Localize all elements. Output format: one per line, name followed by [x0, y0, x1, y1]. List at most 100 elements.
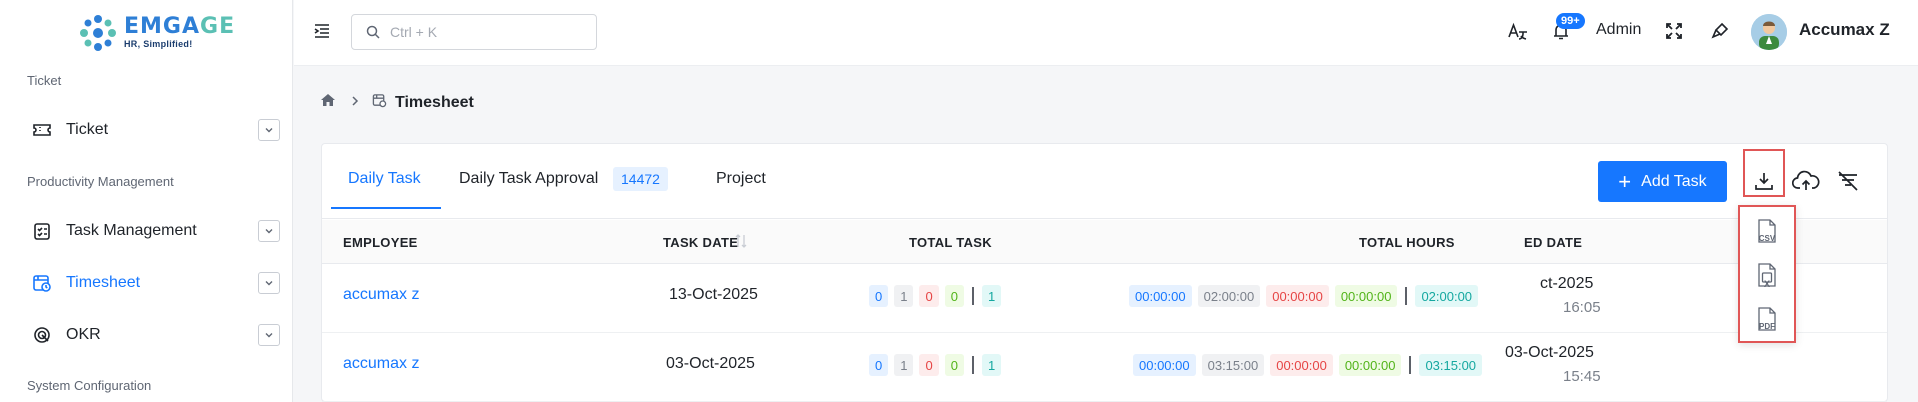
- search-icon: [366, 25, 380, 39]
- updated-time: 15:45: [1563, 368, 1601, 385]
- updated-date: 03-Oct-2025: [1505, 344, 1594, 361]
- task-count-submitted: 1: [894, 354, 914, 376]
- hours-approved: 00:00:00: [1338, 354, 1402, 376]
- sidebar-item-label: Timesheet: [66, 274, 141, 291]
- hours-pending: 00:00:00: [1129, 285, 1192, 307]
- search-placeholder: Ctrl + K: [390, 24, 438, 40]
- chevron-down-icon[interactable]: [258, 272, 280, 294]
- column-header-total-task[interactable]: TOTAL TASK: [909, 235, 992, 250]
- top-header: Ctrl + K 99+ Admin Accumax Z: [294, 0, 1918, 66]
- task-count-pills: 0 1 0 0 1: [869, 285, 1007, 307]
- employee-link[interactable]: accumax z: [343, 355, 419, 373]
- tab-bar: Daily Task Daily Task Approval 14472 Pro…: [322, 144, 1887, 219]
- sidebar-item-label: Ticket: [66, 121, 109, 138]
- column-header-task-date[interactable]: TASK DATE: [663, 235, 738, 250]
- fullscreen-icon[interactable]: [1662, 19, 1686, 43]
- hours-rejected: 00:00:00: [1266, 285, 1329, 307]
- timesheet-small-icon: [372, 93, 387, 113]
- chevron-down-icon[interactable]: [258, 220, 280, 242]
- menu-toggle-icon[interactable]: [312, 21, 332, 41]
- home-icon[interactable]: [320, 92, 336, 113]
- hours-total: 03:15:00: [1419, 354, 1483, 376]
- pill-separator: [971, 356, 974, 374]
- task-list-icon: [32, 221, 52, 241]
- section-label-system-configuration: System Configuration: [27, 378, 152, 393]
- task-count-pills: 0 1 0 0 1: [869, 354, 1007, 376]
- user-name[interactable]: Accumax Z: [1799, 20, 1890, 40]
- task-count-total: 1: [981, 354, 1002, 376]
- pill-separator: [1409, 356, 1412, 374]
- logo-mark-icon: [80, 14, 116, 51]
- chevron-down-icon[interactable]: [258, 119, 280, 141]
- task-count-pending: 0: [869, 285, 889, 307]
- page-title: Timesheet: [395, 93, 474, 111]
- sort-icon[interactable]: [735, 233, 747, 252]
- column-header-total-hours[interactable]: TOTAL HOURS: [1359, 235, 1455, 250]
- chevron-down-icon[interactable]: [258, 324, 280, 346]
- role-label[interactable]: Admin: [1596, 21, 1641, 39]
- task-count-total: 1: [981, 285, 1002, 307]
- task-count-rejected: 0: [919, 285, 939, 307]
- column-header-employee[interactable]: EMPLOYEE: [343, 235, 418, 250]
- brand-tagline: HR, Simplified!: [124, 39, 193, 49]
- breadcrumb: Timesheet: [320, 92, 474, 113]
- csv-label: CSV: [1758, 234, 1776, 243]
- task-date: 03-Oct-2025: [666, 355, 755, 372]
- add-task-button[interactable]: + Add Task: [1598, 161, 1727, 202]
- updated-time: 16:05: [1563, 299, 1601, 316]
- ticket-icon: [32, 120, 52, 140]
- add-task-label: Add Task: [1641, 172, 1707, 190]
- brand-name: EMGAGE: [124, 14, 236, 39]
- pdf-label: PDF: [1759, 322, 1775, 331]
- clear-filter-icon[interactable]: [1832, 164, 1864, 198]
- tab-project[interactable]: Project: [716, 170, 766, 188]
- sidebar-item-ticket[interactable]: Ticket: [16, 110, 280, 150]
- section-label-productivity: Productivity Management: [27, 174, 174, 189]
- chevron-right-icon: [350, 94, 360, 112]
- task-count-submitted: 1: [894, 285, 914, 307]
- sidebar-item-task-management[interactable]: Task Management: [16, 211, 280, 251]
- cloud-upload-icon[interactable]: [1790, 164, 1822, 198]
- tab-daily-task[interactable]: Daily Task: [348, 170, 421, 188]
- avatar[interactable]: [1751, 14, 1787, 50]
- translate-icon[interactable]: [1506, 19, 1530, 43]
- brush-icon[interactable]: [1708, 19, 1732, 43]
- column-header-updated-date[interactable]: ED DATE: [1524, 235, 1582, 250]
- hours-total: 02:00:00: [1415, 285, 1479, 307]
- table-row[interactable]: accumax z 13-Oct-2025 0 1 0 0 1 00:00:00…: [322, 265, 1887, 333]
- task-count-approved: 0: [944, 354, 964, 376]
- updated-date: ct-2025: [1540, 275, 1594, 292]
- search-input[interactable]: Ctrl + K: [351, 14, 597, 50]
- employee-link[interactable]: accumax z: [343, 286, 419, 304]
- pill-separator: [971, 287, 974, 305]
- active-tab-indicator: [331, 207, 441, 209]
- task-date: 13-Oct-2025: [669, 286, 758, 303]
- sidebar-item-timesheet[interactable]: Timesheet: [16, 263, 280, 303]
- sidebar-item-label: Task Management: [66, 222, 197, 239]
- timesheet-card: Daily Task Daily Task Approval 14472 Pro…: [321, 143, 1888, 402]
- task-count-approved: 0: [944, 285, 964, 307]
- hours-submitted: 03:15:00: [1201, 354, 1265, 376]
- target-icon: [32, 325, 52, 345]
- hours-pills: 00:00:00 02:00:00 00:00:00 00:00:00 02:0…: [1129, 285, 1484, 307]
- hours-approved: 00:00:00: [1334, 285, 1398, 307]
- tab-daily-task-approval[interactable]: Daily Task Approval: [459, 170, 598, 188]
- export-dropdown: CSV X PDF: [1738, 205, 1796, 343]
- hours-pending: 00:00:00: [1133, 354, 1196, 376]
- plus-icon: +: [1618, 168, 1632, 194]
- timesheet-icon: [32, 273, 52, 293]
- download-icon[interactable]: [1748, 164, 1780, 198]
- sidebar: EMGAGE HR, Simplified! Ticket Ticket Pro…: [0, 0, 293, 402]
- table-row[interactable]: accumax z 03-Oct-2025 0 1 0 0 1 00:00:00…: [322, 334, 1887, 402]
- sidebar-item-okr[interactable]: OKR: [16, 315, 280, 355]
- hours-submitted: 02:00:00: [1197, 285, 1261, 307]
- task-count-rejected: 0: [919, 354, 939, 376]
- hours-rejected: 00:00:00: [1270, 354, 1333, 376]
- pill-separator: [1405, 287, 1408, 305]
- notification-badge: 99+: [1556, 13, 1585, 29]
- section-label-ticket: Ticket: [27, 73, 62, 88]
- sidebar-item-label: OKR: [66, 326, 101, 343]
- brand-logo[interactable]: EMGAGE HR, Simplified!: [78, 10, 235, 55]
- hours-pills: 00:00:00 03:15:00 00:00:00 00:00:00 03:1…: [1133, 354, 1488, 376]
- approval-count-badge: 14472: [613, 167, 668, 191]
